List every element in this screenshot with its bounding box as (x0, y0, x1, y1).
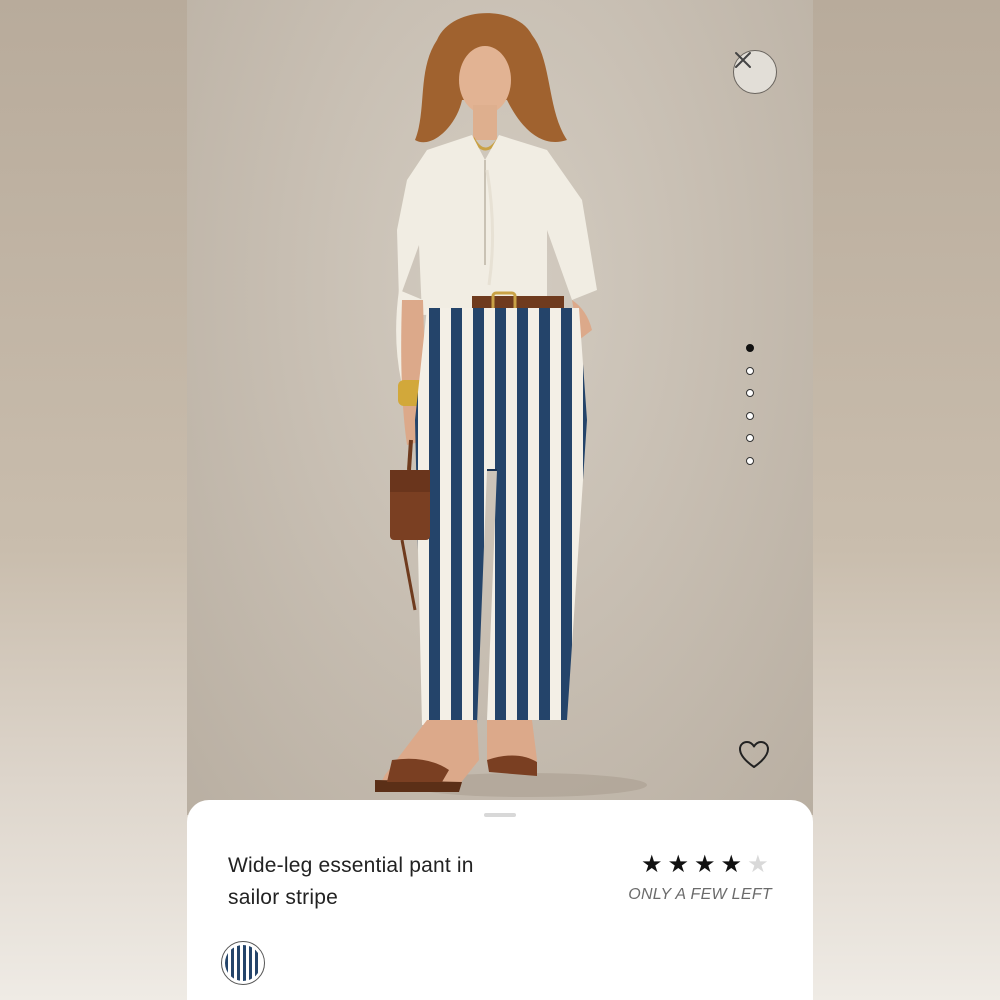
product-quickview: Wide-leg essential pant in sailor stripe… (187, 0, 813, 1000)
heart-icon (739, 741, 769, 768)
close-button[interactable] (733, 50, 777, 94)
product-info-sheet: Wide-leg essential pant in sailor stripe… (187, 800, 813, 1000)
pagination-dot-4[interactable] (746, 411, 754, 420)
favorite-button[interactable] (738, 740, 770, 770)
stock-status: ONLY A FEW LEFT (628, 886, 772, 903)
color-swatch-sailor-stripe[interactable] (221, 941, 265, 985)
pagination-dot-3[interactable] (746, 389, 754, 397)
close-icon (735, 52, 751, 68)
pagination-dot-2[interactable] (746, 366, 754, 375)
star-empty-icon: ★ (747, 850, 769, 878)
pagination-dot-5[interactable] (746, 434, 754, 442)
pagination-dot-6[interactable] (746, 456, 754, 465)
pagination-dot-1[interactable] (746, 344, 754, 352)
star-icon: ★ (694, 850, 716, 878)
star-icon: ★ (720, 850, 743, 878)
star-icon: ★ (667, 850, 690, 878)
rating-stars[interactable]: ★ ★ ★ ★ ★ (641, 850, 769, 878)
star-icon: ★ (641, 850, 663, 878)
image-pagination (746, 344, 754, 479)
product-image[interactable] (187, 0, 813, 815)
product-title: Wide-leg essential pant in sailor stripe (228, 854, 474, 909)
sailor-stripe-swatch-icon (225, 945, 261, 981)
sheet-drag-handle[interactable] (484, 813, 516, 817)
model-illustration (375, 13, 647, 797)
